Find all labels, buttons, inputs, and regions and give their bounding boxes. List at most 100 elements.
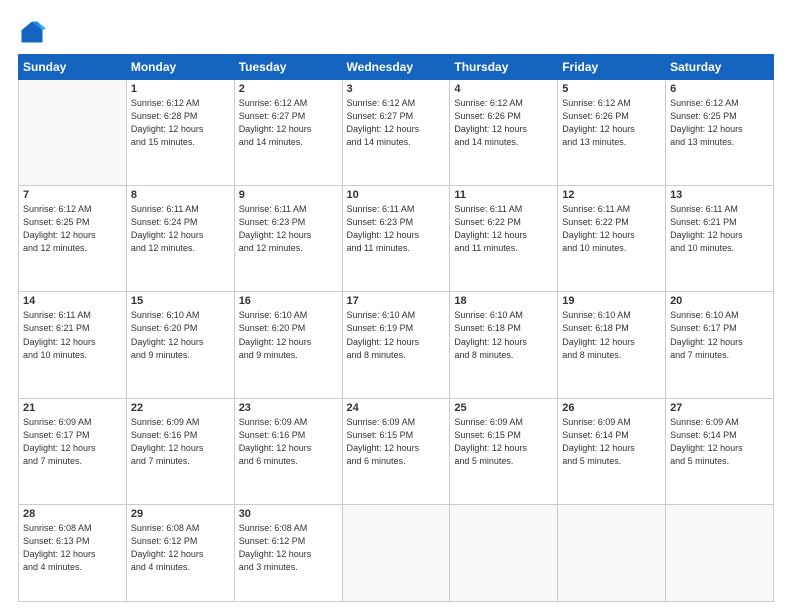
- day-number: 14: [23, 295, 122, 307]
- calendar-cell: 16 Sunrise: 6:10 AMSunset: 6:20 PMDayligh…: [234, 292, 342, 398]
- day-info: Sunrise: 6:10 AMSunset: 6:18 PMDaylight:…: [454, 309, 553, 361]
- day-number: 22: [131, 402, 230, 414]
- day-number: 10: [347, 189, 446, 201]
- day-number: 27: [670, 402, 769, 414]
- calendar-cell: 13 Sunrise: 6:11 AMSunset: 6:21 PMDayligh…: [666, 186, 774, 292]
- day-number: 13: [670, 189, 769, 201]
- calendar-cell: 1 Sunrise: 6:12 AMSunset: 6:28 PMDaylight…: [126, 80, 234, 186]
- calendar-cell: 12 Sunrise: 6:11 AMSunset: 6:22 PMDayligh…: [558, 186, 666, 292]
- day-info: Sunrise: 6:09 AMSunset: 6:17 PMDaylight:…: [23, 416, 122, 468]
- day-number: 24: [347, 402, 446, 414]
- day-number: 30: [239, 508, 338, 520]
- calendar-week-5: 28 Sunrise: 6:08 AMSunset: 6:13 PMDayligh…: [19, 504, 774, 601]
- calendar-week-1: 1 Sunrise: 6:12 AMSunset: 6:28 PMDaylight…: [19, 80, 774, 186]
- calendar-cell: 17 Sunrise: 6:10 AMSunset: 6:19 PMDayligh…: [342, 292, 450, 398]
- day-info: Sunrise: 6:09 AMSunset: 6:14 PMDaylight:…: [562, 416, 661, 468]
- calendar-header-saturday: Saturday: [666, 55, 774, 80]
- day-info: Sunrise: 6:09 AMSunset: 6:15 PMDaylight:…: [347, 416, 446, 468]
- calendar-header-thursday: Thursday: [450, 55, 558, 80]
- day-info: Sunrise: 6:10 AMSunset: 6:19 PMDaylight:…: [347, 309, 446, 361]
- calendar-cell: 23Sunrise: 6:09 AMSunset: 6:16 PMDayligh…: [234, 398, 342, 504]
- calendar-cell: 14 Sunrise: 6:11 AMSunset: 6:21 PMDayligh…: [19, 292, 127, 398]
- day-info: Sunrise: 6:08 AMSunset: 6:12 PMDaylight:…: [239, 522, 338, 574]
- calendar-cell: 2Sunrise: 6:12 AMSunset: 6:27 PMDaylight…: [234, 80, 342, 186]
- calendar-header-sunday: Sunday: [19, 55, 127, 80]
- day-info: Sunrise: 6:09 AMSunset: 6:14 PMDaylight:…: [670, 416, 769, 468]
- calendar-cell: 5 Sunrise: 6:12 AMSunset: 6:26 PMDaylight…: [558, 80, 666, 186]
- calendar-cell: 21 Sunrise: 6:09 AMSunset: 6:17 PMDayligh…: [19, 398, 127, 504]
- day-number: 12: [562, 189, 661, 201]
- day-info: Sunrise: 6:11 AMSunset: 6:24 PMDaylight:…: [131, 203, 230, 255]
- calendar-header-row: SundayMondayTuesdayWednesdayThursdayFrid…: [19, 55, 774, 80]
- day-info: Sunrise: 6:12 AMSunset: 6:25 PMDaylight:…: [670, 97, 769, 149]
- day-number: 15: [131, 295, 230, 307]
- calendar-cell: 29Sunrise: 6:08 AMSunset: 6:12 PMDayligh…: [126, 504, 234, 601]
- calendar-header-monday: Monday: [126, 55, 234, 80]
- day-number: 1: [131, 83, 230, 95]
- day-info: Sunrise: 6:12 AMSunset: 6:27 PMDaylight:…: [347, 97, 446, 149]
- day-info: Sunrise: 6:11 AMSunset: 6:22 PMDaylight:…: [562, 203, 661, 255]
- day-number: 25: [454, 402, 553, 414]
- header: [18, 18, 774, 46]
- calendar-header-tuesday: Tuesday: [234, 55, 342, 80]
- day-info: Sunrise: 6:10 AMSunset: 6:20 PMDaylight:…: [131, 309, 230, 361]
- day-number: 8: [131, 189, 230, 201]
- calendar-cell: 11 Sunrise: 6:11 AMSunset: 6:22 PMDayligh…: [450, 186, 558, 292]
- day-info: Sunrise: 6:08 AMSunset: 6:13 PMDaylight:…: [23, 522, 122, 574]
- page: SundayMondayTuesdayWednesdayThursdayFrid…: [0, 0, 792, 612]
- calendar-cell: 26 Sunrise: 6:09 AMSunset: 6:14 PMDayligh…: [558, 398, 666, 504]
- day-number: 23: [239, 402, 338, 414]
- calendar-cell: 7 Sunrise: 6:12 AMSunset: 6:25 PMDaylight…: [19, 186, 127, 292]
- day-number: 3: [347, 83, 446, 95]
- day-number: 7: [23, 189, 122, 201]
- calendar-cell: 20Sunrise: 6:10 AMSunset: 6:17 PMDayligh…: [666, 292, 774, 398]
- calendar-cell: 30 Sunrise: 6:08 AMSunset: 6:12 PMDayligh…: [234, 504, 342, 601]
- day-info: Sunrise: 6:12 AMSunset: 6:25 PMDaylight:…: [23, 203, 122, 255]
- day-number: 11: [454, 189, 553, 201]
- calendar-cell: 25 Sunrise: 6:09 AMSunset: 6:15 PMDayligh…: [450, 398, 558, 504]
- calendar-cell: 19 Sunrise: 6:10 AMSunset: 6:18 PMDayligh…: [558, 292, 666, 398]
- calendar-week-4: 21 Sunrise: 6:09 AMSunset: 6:17 PMDayligh…: [19, 398, 774, 504]
- day-number: 19: [562, 295, 661, 307]
- calendar-cell: 15 Sunrise: 6:10 AMSunset: 6:20 PMDayligh…: [126, 292, 234, 398]
- day-number: 5: [562, 83, 661, 95]
- day-number: 29: [131, 508, 230, 520]
- calendar: SundayMondayTuesdayWednesdayThursdayFrid…: [18, 54, 774, 602]
- calendar-cell: 8 Sunrise: 6:11 AMSunset: 6:24 PMDaylight…: [126, 186, 234, 292]
- day-number: 6: [670, 83, 769, 95]
- calendar-header-friday: Friday: [558, 55, 666, 80]
- day-info: Sunrise: 6:11 AMSunset: 6:23 PMDaylight:…: [347, 203, 446, 255]
- calendar-cell: 6 Sunrise: 6:12 AMSunset: 6:25 PMDaylight…: [666, 80, 774, 186]
- calendar-cell: [450, 504, 558, 601]
- calendar-cell: 22Sunrise: 6:09 AMSunset: 6:16 PMDayligh…: [126, 398, 234, 504]
- day-info: Sunrise: 6:11 AMSunset: 6:21 PMDaylight:…: [23, 309, 122, 361]
- calendar-cell: [558, 504, 666, 601]
- day-info: Sunrise: 6:11 AMSunset: 6:22 PMDaylight:…: [454, 203, 553, 255]
- day-info: Sunrise: 6:11 AMSunset: 6:21 PMDaylight:…: [670, 203, 769, 255]
- day-number: 17: [347, 295, 446, 307]
- day-number: 18: [454, 295, 553, 307]
- day-info: Sunrise: 6:09 AMSunset: 6:15 PMDaylight:…: [454, 416, 553, 468]
- day-info: Sunrise: 6:10 AMSunset: 6:20 PMDaylight:…: [239, 309, 338, 361]
- calendar-cell: 28 Sunrise: 6:08 AMSunset: 6:13 PMDayligh…: [19, 504, 127, 601]
- calendar-cell: [342, 504, 450, 601]
- day-number: 2: [239, 83, 338, 95]
- calendar-header-wednesday: Wednesday: [342, 55, 450, 80]
- day-info: Sunrise: 6:11 AMSunset: 6:23 PMDaylight:…: [239, 203, 338, 255]
- day-info: Sunrise: 6:12 AMSunset: 6:26 PMDaylight:…: [562, 97, 661, 149]
- day-number: 28: [23, 508, 122, 520]
- day-number: 21: [23, 402, 122, 414]
- logo: [18, 18, 50, 46]
- day-info: Sunrise: 6:10 AMSunset: 6:18 PMDaylight:…: [562, 309, 661, 361]
- day-info: Sunrise: 6:10 AMSunset: 6:17 PMDaylight:…: [670, 309, 769, 361]
- calendar-cell: 27 Sunrise: 6:09 AMSunset: 6:14 PMDayligh…: [666, 398, 774, 504]
- calendar-cell: 24 Sunrise: 6:09 AMSunset: 6:15 PMDayligh…: [342, 398, 450, 504]
- calendar-week-3: 14 Sunrise: 6:11 AMSunset: 6:21 PMDayligh…: [19, 292, 774, 398]
- calendar-cell: [19, 80, 127, 186]
- calendar-cell: 9Sunrise: 6:11 AMSunset: 6:23 PMDaylight…: [234, 186, 342, 292]
- day-number: 26: [562, 402, 661, 414]
- day-number: 4: [454, 83, 553, 95]
- calendar-cell: 4Sunrise: 6:12 AMSunset: 6:26 PMDaylight…: [450, 80, 558, 186]
- day-info: Sunrise: 6:12 AMSunset: 6:28 PMDaylight:…: [131, 97, 230, 149]
- day-number: 16: [239, 295, 338, 307]
